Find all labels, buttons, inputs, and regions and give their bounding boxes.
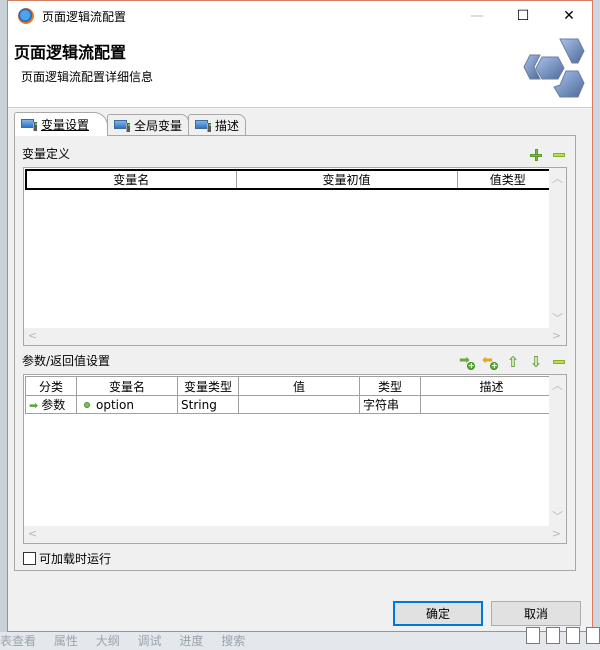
- variable-dot-icon: [84, 401, 90, 408]
- bg-box: [546, 627, 560, 644]
- tab-label: 变量设置: [41, 118, 90, 132]
- column-header[interactable]: 分类: [25, 376, 77, 396]
- load-run-checkbox[interactable]: [23, 552, 36, 565]
- dialog-header: 页面逻辑流配置 页面逻辑流配置详细信息: [8, 31, 592, 107]
- scroll-down-icon[interactable]: ﹀: [549, 310, 566, 326]
- variable-definition-label: 变量定义: [22, 147, 71, 161]
- scroll-up-icon[interactable]: ︿: [549, 377, 566, 393]
- bg-box: [526, 627, 540, 644]
- background-window-controls: [526, 627, 600, 644]
- column-header[interactable]: 值类型: [456, 170, 560, 189]
- minus-icon[interactable]: [551, 147, 567, 163]
- cancel-button[interactable]: 取消: [491, 601, 581, 626]
- column-header[interactable]: 变量类型: [177, 376, 239, 396]
- dialog-content: 变量设置 全局变量 描述 变量定义 变量名 变量初值 值类型 ︿ ﹀ < > 参…: [8, 108, 592, 578]
- add-param-icon[interactable]: ➡: [459, 354, 475, 373]
- tab-label: 全局变量: [134, 119, 183, 133]
- tab-label: 描述: [215, 119, 240, 133]
- column-header[interactable]: 变量初值: [235, 170, 458, 189]
- params-table: 分类 变量名 变量类型 值 类型 描述 ➡ 参数 option String 字…: [23, 374, 567, 544]
- horizontal-scrollbar[interactable]: < >: [24, 526, 566, 543]
- column-header[interactable]: 变量名: [76, 376, 178, 396]
- bg-box: [566, 627, 580, 644]
- tab-variable-settings[interactable]: 变量设置: [14, 112, 109, 136]
- value-cell[interactable]: [238, 395, 360, 414]
- dialog-window: 页面逻辑流配置 — ☐ ✕ 页面逻辑流配置 页面逻辑流配置详细信息 变量设置 全…: [7, 0, 593, 632]
- arrow-up-icon[interactable]: ⇧: [505, 354, 521, 370]
- plus-icon[interactable]: [528, 147, 544, 163]
- computer-icon: [21, 118, 37, 131]
- bg-tab: 调试: [137, 634, 162, 648]
- variable-table-header: 变量名 变量初值 值类型: [25, 170, 560, 189]
- ok-button[interactable]: 确定: [393, 601, 483, 626]
- bg-tab: 属性: [53, 634, 78, 648]
- params-toolbar: ➡ ⬅ ⇧ ⇩: [459, 354, 567, 373]
- bg-tab: 表查看: [0, 634, 37, 648]
- scroll-down-icon[interactable]: ﹀: [549, 508, 566, 524]
- computer-icon: [195, 119, 212, 132]
- params-table-header: 分类 变量名 变量类型 值 类型 描述: [25, 376, 563, 396]
- load-run-label: 可加载时运行: [39, 552, 112, 566]
- bg-tab: 大纲: [95, 634, 120, 648]
- var-type-cell[interactable]: String: [177, 395, 239, 414]
- computer-icon: [114, 119, 131, 132]
- tab-bar: 变量设置 全局变量 描述: [14, 112, 247, 136]
- add-return-icon[interactable]: ⬅: [482, 354, 498, 373]
- vertical-scrollbar[interactable]: ︿ ﹀: [549, 375, 566, 526]
- column-header[interactable]: 描述: [420, 376, 563, 396]
- header-title: 页面逻辑流配置: [14, 43, 127, 62]
- horizontal-scrollbar[interactable]: < >: [24, 328, 566, 345]
- load-run-option[interactable]: 可加载时运行: [23, 550, 111, 567]
- bg-tab: 进度: [179, 634, 204, 648]
- tab-global-variables[interactable]: 全局变量: [107, 114, 190, 136]
- app-icon: [18, 8, 34, 24]
- close-button[interactable]: ✕: [546, 1, 592, 31]
- type-cell[interactable]: 字符串: [359, 395, 421, 414]
- tab-description[interactable]: 描述: [188, 114, 247, 136]
- column-header[interactable]: 变量名: [25, 170, 237, 189]
- window-title: 页面逻辑流配置: [42, 9, 127, 24]
- name-value: option: [96, 397, 134, 412]
- bg-tab: 搜索: [221, 634, 246, 648]
- name-cell[interactable]: option: [76, 395, 178, 414]
- variable-table-grid: 变量名 变量初值 值类型: [25, 169, 560, 190]
- vertical-scrollbar[interactable]: ︿ ﹀: [549, 168, 566, 328]
- background-view-tabs: 表查看 属性 大纲 调试 进度 搜索: [0, 632, 600, 650]
- scroll-right-icon[interactable]: >: [548, 329, 565, 342]
- column-header[interactable]: 类型: [359, 376, 421, 396]
- table-row[interactable]: ➡ 参数 option String 字符串: [25, 395, 563, 414]
- column-header[interactable]: 值: [238, 376, 360, 396]
- params-section-label: 参数/返回值设置: [22, 354, 111, 368]
- params-table-grid: 分类 变量名 变量类型 值 类型 描述 ➡ 参数 option String 字…: [25, 376, 563, 414]
- variable-settings-panel: 变量定义 变量名 变量初值 值类型 ︿ ﹀ < > 参数/返回值设置 ➡ + ⬅…: [14, 135, 576, 571]
- category-value: 参数: [41, 398, 66, 412]
- scroll-right-icon[interactable]: >: [548, 527, 565, 540]
- title-bar[interactable]: 页面逻辑流配置 — ☐ ✕: [8, 1, 592, 31]
- arrow-down-icon[interactable]: ⇩: [528, 354, 544, 370]
- maximize-button[interactable]: ☐: [500, 1, 546, 31]
- variable-table: 变量名 变量初值 值类型 ︿ ﹀ < >: [23, 167, 567, 346]
- variable-toolbar: [528, 147, 567, 163]
- arrow-right-icon: ➡: [29, 399, 39, 412]
- hexagon-logo-icon: [523, 38, 585, 98]
- scroll-left-icon[interactable]: <: [24, 527, 41, 540]
- minus-icon[interactable]: [551, 354, 567, 370]
- scroll-left-icon[interactable]: <: [24, 329, 41, 342]
- header-description: 页面逻辑流配置详细信息: [21, 70, 154, 84]
- category-cell[interactable]: ➡ 参数: [25, 395, 77, 414]
- minimize-button[interactable]: —: [454, 1, 500, 31]
- description-cell[interactable]: [420, 395, 563, 414]
- bg-box: [586, 627, 600, 644]
- scroll-up-icon[interactable]: ︿: [549, 170, 566, 186]
